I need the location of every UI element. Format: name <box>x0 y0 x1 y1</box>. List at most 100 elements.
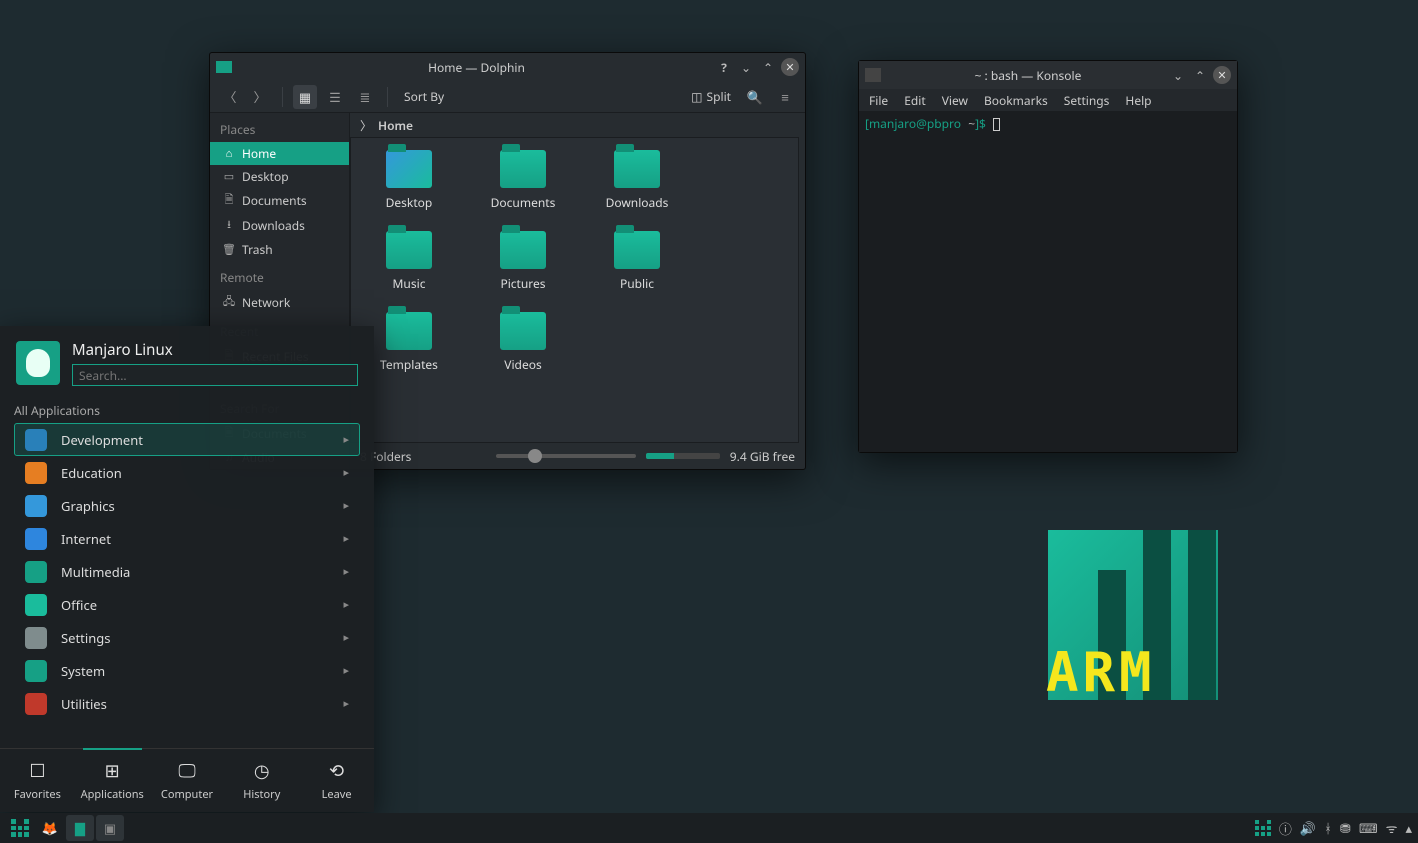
chevron-right-icon: ▸ <box>343 432 349 447</box>
places-item-desktop[interactable]: ▭Desktop <box>210 165 349 188</box>
places-item-downloads[interactable]: ⭳Downloads <box>210 213 349 238</box>
tab-icon: ◷ <box>254 759 270 783</box>
place-icon: ⭳ <box>222 216 236 235</box>
dolphin-titlebar[interactable]: Home — Dolphin ? ⌄ ⌃ ✕ <box>210 53 805 81</box>
folder-desktop[interactable]: Desktop <box>369 150 449 211</box>
user-avatar[interactable] <box>16 341 60 385</box>
konsole-menubar: File Edit View Bookmarks Settings Help <box>859 89 1237 111</box>
category-education[interactable]: Education ▸ <box>14 456 360 489</box>
place-icon: 🖧 <box>222 293 236 312</box>
launcher-tab-leave[interactable]: ⟲ Leave <box>299 749 374 812</box>
task-firefox[interactable]: 🦊 <box>36 815 64 841</box>
konsole-window: ~ : bash — Konsole ⌄ ⌃ ✕ File Edit View Boo… <box>858 60 1238 453</box>
hamburger-menu-button[interactable]: ≡ <box>773 85 797 109</box>
category-multimedia[interactable]: Multimedia ▸ <box>14 555 360 588</box>
folder-icon <box>500 312 546 350</box>
launcher-tabs: ☐ Favorites⊞ Applications🖵 Computer◷ His… <box>0 748 374 812</box>
menu-edit[interactable]: Edit <box>904 92 925 109</box>
forward-button[interactable]: 〉 <box>248 85 272 109</box>
place-icon: ⌂ <box>222 146 236 161</box>
places-item-trash[interactable]: 🗑Trash <box>210 238 349 261</box>
zoom-slider[interactable] <box>496 454 636 458</box>
folder-icon <box>614 231 660 269</box>
launcher-tab-computer[interactable]: 🖵 Computer <box>150 749 225 812</box>
folder-icon <box>386 231 432 269</box>
task-dolphin[interactable]: ▇ <box>66 815 94 841</box>
menu-view[interactable]: View <box>942 92 968 109</box>
folder-documents[interactable]: Documents <box>483 150 563 211</box>
launcher-tab-favorites[interactable]: ☐ Favorites <box>0 749 75 812</box>
tab-icon: ⟲ <box>329 759 344 783</box>
maximize-button[interactable]: ⌃ <box>759 58 777 76</box>
minimize-button[interactable]: ⌄ <box>737 58 755 76</box>
minimize-button[interactable]: ⌄ <box>1169 66 1187 84</box>
start-button[interactable] <box>6 815 34 841</box>
folder-music[interactable]: Music <box>369 231 449 292</box>
icons-view-button[interactable]: ▦ <box>293 85 317 109</box>
category-icon <box>25 660 47 682</box>
username-label: Manjaro Linux <box>72 340 358 360</box>
category-internet[interactable]: Internet ▸ <box>14 522 360 555</box>
menu-file[interactable]: File <box>869 92 888 109</box>
folder-downloads[interactable]: Downloads <box>597 150 677 211</box>
tray-icon[interactable]: 🔊 <box>1300 819 1316 837</box>
category-office[interactable]: Office ▸ <box>14 588 360 621</box>
sort-button[interactable]: Sort By <box>398 85 450 109</box>
search-input[interactable] <box>72 364 358 386</box>
search-button[interactable]: 🔍 <box>743 85 767 109</box>
folder-pictures[interactable]: Pictures <box>483 231 563 292</box>
place-icon: 🗎 <box>222 191 236 210</box>
task-konsole[interactable]: ▣ <box>96 815 124 841</box>
folder-videos[interactable]: Videos <box>483 312 563 373</box>
dolphin-breadcrumb[interactable]: 〉 Home <box>350 113 805 137</box>
tab-icon: 🖵 <box>178 759 195 783</box>
tray-icon[interactable]: ▴ <box>1405 819 1412 837</box>
launcher-tab-applications[interactable]: ⊞ Applications <box>75 749 150 812</box>
folder-icon: ▇ <box>75 819 85 837</box>
tray-icon[interactable]: ᚼ <box>1324 819 1332 837</box>
menu-bookmarks[interactable]: Bookmarks <box>984 92 1048 109</box>
category-system[interactable]: System ▸ <box>14 654 360 687</box>
chevron-right-icon: ▸ <box>343 663 349 678</box>
maximize-button[interactable]: ⌃ <box>1191 66 1209 84</box>
tray-icon[interactable]: ⛃ <box>1340 819 1351 837</box>
help-button[interactable]: ? <box>715 58 733 76</box>
places-item-documents[interactable]: 🗎Documents <box>210 188 349 213</box>
chevron-right-icon: ▸ <box>343 564 349 579</box>
application-launcher: Manjaro Linux All Applications Developme… <box>0 326 374 812</box>
places-item-network[interactable]: 🖧Network <box>210 290 349 315</box>
menu-settings[interactable]: Settings <box>1064 92 1110 109</box>
tray-icon[interactable]: ⓘ <box>1279 819 1292 838</box>
chevron-right-icon: ▸ <box>343 498 349 513</box>
category-list: Development ▸ Education ▸ Graphics ▸ Int… <box>0 423 374 748</box>
desktop-logo: ARM <box>1048 530 1218 700</box>
all-applications-label: All Applications <box>0 394 374 423</box>
menu-help[interactable]: Help <box>1125 92 1151 109</box>
category-development[interactable]: Development ▸ <box>14 423 360 456</box>
compact-view-button[interactable]: ☰ <box>323 85 347 109</box>
taskbar-panel: 🦊 ▇ ▣ ⓘ 🔊 ᚼ ⛃ ⌨ ᯤ ▴ <box>0 813 1418 843</box>
close-button[interactable]: ✕ <box>1213 66 1231 84</box>
folder-public[interactable]: Public <box>597 231 677 292</box>
category-icon <box>25 429 47 451</box>
konsole-titlebar[interactable]: ~ : bash — Konsole ⌄ ⌃ ✕ <box>859 61 1237 89</box>
category-settings[interactable]: Settings ▸ <box>14 621 360 654</box>
manjaro-tray-icon[interactable] <box>1255 820 1271 836</box>
system-tray: ⓘ 🔊 ᚼ ⛃ ⌨ ᯤ ▴ <box>1255 819 1412 838</box>
split-button[interactable]: ◫ Split <box>685 86 737 107</box>
places-item-home[interactable]: ⌂Home <box>210 142 349 165</box>
folder-templates[interactable]: Templates <box>369 312 449 373</box>
category-icon <box>25 462 47 484</box>
konsole-icon <box>865 68 881 82</box>
category-utilities[interactable]: Utilities ▸ <box>14 687 360 720</box>
back-button[interactable]: 〈 <box>218 85 242 109</box>
tray-icon[interactable]: ᯤ <box>1386 819 1398 837</box>
category-graphics[interactable]: Graphics ▸ <box>14 489 360 522</box>
category-icon <box>25 561 47 583</box>
konsole-terminal[interactable]: [manjaro@pbpro ~]$ <box>859 111 1237 452</box>
details-view-button[interactable]: ≣ <box>353 85 377 109</box>
tray-icon[interactable]: ⌨ <box>1359 819 1378 837</box>
launcher-tab-history[interactable]: ◷ History <box>224 749 299 812</box>
konsole-title: ~ : bash — Konsole <box>887 67 1169 84</box>
close-button[interactable]: ✕ <box>781 58 799 76</box>
